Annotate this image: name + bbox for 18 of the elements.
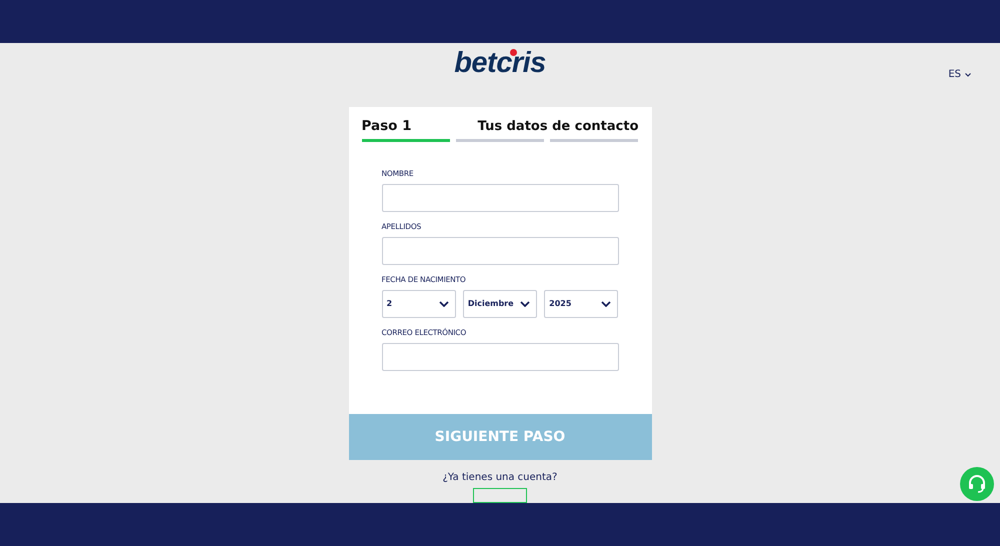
input-field[interactable] [382,236,618,265]
step-title: Tus datos de contacto [478,118,638,134]
chevron-icon [965,72,971,76]
dropdown[interactable]: 2 [382,290,456,318]
login-button[interactable] [473,488,527,503]
input-field[interactable] [382,184,618,212]
headset-icon [967,474,987,494]
dropdown[interactable]: 2025 [544,290,618,318]
chevron-icon [438,300,449,307]
dropdown[interactable]: Diciembre [462,290,538,318]
input-field[interactable] [382,342,618,371]
language-selector[interactable]: ES [948,69,971,80]
account-prompt: ¿Ya tienes una cuenta? [442,472,558,483]
chevron-icon [601,300,612,307]
support-button[interactable] [960,467,994,501]
logo[interactable]: betcris [454,46,546,80]
step-number: Paso 1 [362,118,412,134]
chevron-icon [520,300,530,307]
